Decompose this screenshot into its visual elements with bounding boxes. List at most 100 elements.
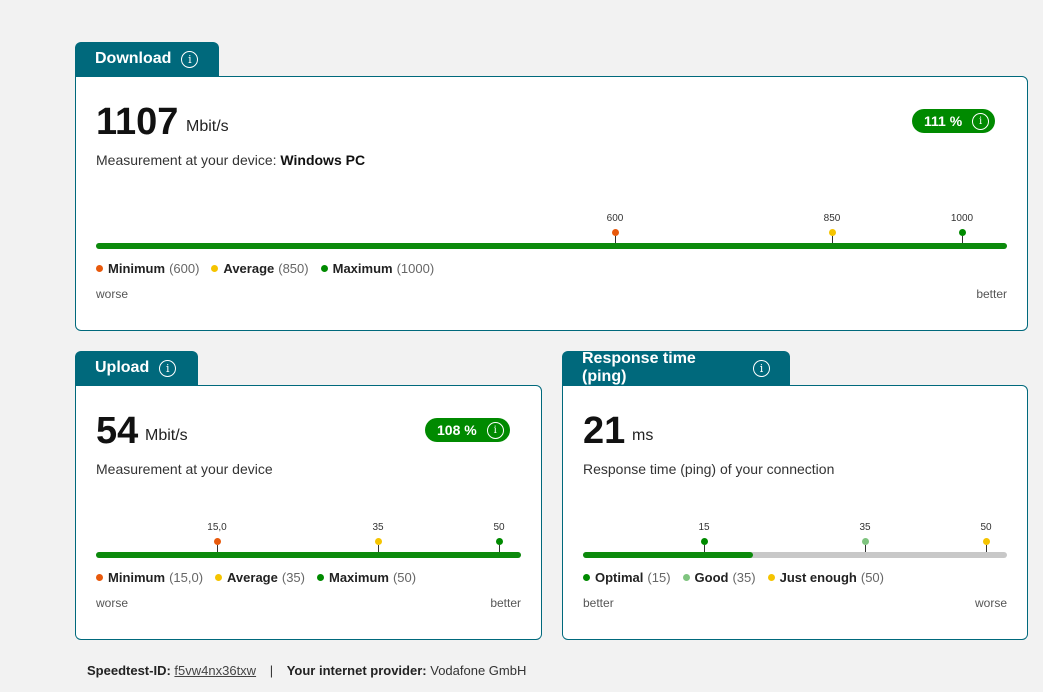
download-progress-bar xyxy=(96,243,1007,249)
green-dot xyxy=(700,538,708,545)
green-dot xyxy=(958,229,966,236)
speedtest-id-link[interactable]: f5vw4nx36txw xyxy=(174,663,256,678)
ping-unit: ms xyxy=(632,427,654,444)
download-card: 1107 Mbit/s Measurement at your device: … xyxy=(75,76,1028,331)
footer-separator: | xyxy=(269,663,274,678)
provider-label: Your internet provider: xyxy=(286,663,427,678)
legend-label: Average xyxy=(227,570,278,585)
info-icon[interactable]: i xyxy=(486,421,504,439)
download-better-label: better xyxy=(976,287,1007,301)
upload-tick-avg-label: 35 xyxy=(372,522,384,533)
ping-progress-bar xyxy=(583,552,1007,558)
upload-card: 54 Mbit/s Measurement at your device 108… xyxy=(75,385,542,640)
legend-value: (50) xyxy=(392,570,417,585)
yellow-dot xyxy=(215,574,223,581)
yellow-dot xyxy=(767,574,775,581)
footer: Speedtest-ID: f5vw4nx36txw | Your intern… xyxy=(87,663,526,678)
download-worse-label: worse xyxy=(96,287,129,301)
upload-unit: Mbit/s xyxy=(145,427,188,444)
ping-tick-optimal-label: 15 xyxy=(698,522,710,533)
green-dot xyxy=(320,265,328,272)
legend-minimum: Minimum (600) xyxy=(96,261,199,276)
download-subtitle-prefix: Measurement at your device: xyxy=(96,152,281,168)
ping-progress-fill xyxy=(583,552,753,558)
orange-dot xyxy=(96,265,103,272)
ping-tick-enough-label: 50 xyxy=(980,522,992,533)
legend-value: (50) xyxy=(860,570,884,585)
download-unit: Mbit/s xyxy=(186,118,229,135)
orange-dot xyxy=(611,229,619,236)
ping-value: 21 xyxy=(583,410,626,452)
download-tick-avg: 850 xyxy=(812,213,852,244)
ping-tick-good: 35 xyxy=(845,522,885,553)
speedtest-id-label: Speedtest-ID: xyxy=(87,663,171,678)
upload-better-label: better xyxy=(490,596,521,610)
legend-minimum: Minimum (15,0) xyxy=(96,570,203,585)
legend-value: (600) xyxy=(169,261,200,276)
upload-worse-label: worse xyxy=(96,596,129,610)
green-dot xyxy=(316,574,324,581)
legend-value: (35) xyxy=(281,570,305,585)
legend-label: Just enough xyxy=(779,570,857,585)
ping-tick-optimal: 15 xyxy=(684,522,724,553)
yellow-dot xyxy=(982,538,990,545)
download-percent-badge[interactable]: 111 % i xyxy=(912,109,996,133)
legend-label: Minimum xyxy=(108,570,166,585)
download-subtitle: Measurement at your device: Windows PC xyxy=(96,152,365,168)
legend-average: Average (35) xyxy=(215,570,305,585)
download-legend: Minimum (600) Average (850) Maximum (1000) xyxy=(96,261,434,276)
upload-tab-label: Upload xyxy=(95,359,150,376)
ping-worse-label: worse xyxy=(974,596,1007,610)
light-green-dot xyxy=(682,574,690,581)
upload-subtitle: Measurement at your device xyxy=(96,461,273,477)
legend-value: (35) xyxy=(732,570,756,585)
upload-progress-bar xyxy=(96,552,521,558)
legend-value: (850) xyxy=(278,261,309,276)
legend-just-enough: Just enough (50) xyxy=(767,570,884,585)
legend-optimal: Optimal (15) xyxy=(583,570,671,585)
legend-label: Average xyxy=(223,261,275,276)
upload-tick-avg: 35 xyxy=(358,522,398,553)
download-value: 1107 xyxy=(96,101,179,143)
info-icon[interactable]: i xyxy=(159,359,177,377)
download-device: Windows PC xyxy=(280,152,366,168)
yellow-dot xyxy=(828,229,836,236)
download-tick-max: 1000 xyxy=(942,213,982,244)
download-tick-min-label: 600 xyxy=(606,213,624,224)
ping-tick-good-label: 35 xyxy=(859,522,871,533)
ping-subtitle: Response time (ping) of your connection xyxy=(583,461,835,477)
upload-value: 54 xyxy=(96,410,139,452)
info-icon[interactable]: i xyxy=(972,112,990,130)
green-dot xyxy=(583,574,590,581)
legend-value: (1000) xyxy=(396,261,435,276)
upload-legend: Minimum (15,0) Average (35) Maximum (50) xyxy=(96,570,416,585)
legend-maximum: Maximum (1000) xyxy=(320,261,435,276)
legend-good: Good (35) xyxy=(682,570,756,585)
legend-label: Good xyxy=(694,570,729,585)
ping-tick-enough: 50 xyxy=(966,522,1006,553)
info-icon[interactable]: i xyxy=(181,50,199,68)
upload-tab: Upload i xyxy=(75,351,198,385)
yellow-dot xyxy=(211,265,219,272)
download-tick-avg-label: 850 xyxy=(823,213,841,224)
ping-better-label: better xyxy=(583,596,614,610)
upload-tick-max: 50 xyxy=(479,522,519,553)
orange-dot xyxy=(213,538,221,545)
light-green-dot xyxy=(861,538,869,545)
legend-label: Maximum xyxy=(328,570,389,585)
upload-percent-badge[interactable]: 108 % i xyxy=(425,418,510,442)
ping-tab: Response time (ping) i xyxy=(562,350,790,385)
upload-tick-max-label: 50 xyxy=(493,522,505,533)
legend-value: (15,0) xyxy=(169,570,204,585)
upload-percent: 108 % xyxy=(437,422,477,438)
download-percent: 111 % xyxy=(924,113,963,129)
upload-tick-min-label: 15,0 xyxy=(207,522,227,533)
orange-dot xyxy=(96,574,103,581)
download-tab-label: Download xyxy=(95,50,172,67)
green-dot xyxy=(495,538,503,545)
info-icon[interactable]: i xyxy=(753,359,770,377)
legend-average: Average (850) xyxy=(211,261,309,276)
legend-label: Minimum xyxy=(108,261,166,276)
legend-maximum: Maximum (50) xyxy=(316,570,417,585)
download-tab: Download i xyxy=(75,42,219,76)
